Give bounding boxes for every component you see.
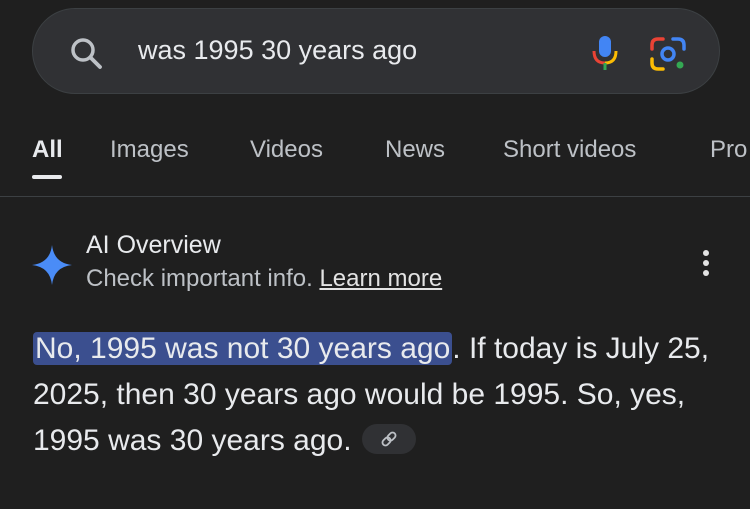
tab-videos[interactable]: Videos bbox=[250, 136, 323, 164]
search-query-text[interactable]: was 1995 30 years ago bbox=[138, 35, 417, 66]
ai-overview-answer: No, 1995 was not 30 years ago. If today … bbox=[33, 326, 733, 464]
more-vert-icon[interactable] bbox=[696, 247, 716, 283]
tab-all[interactable]: All bbox=[32, 136, 63, 164]
ai-overview-subtitle: Check important info. Learn more bbox=[86, 265, 442, 293]
search-icon bbox=[71, 38, 102, 69]
search-tabs: All Images Videos News Short videos Pro bbox=[0, 128, 750, 184]
ai-overview-title: AI Overview bbox=[86, 231, 221, 259]
tab-short-videos[interactable]: Short videos bbox=[503, 136, 636, 164]
tab-pro[interactable]: Pro bbox=[710, 136, 747, 164]
ai-overview-header: AI Overview Check important info. Learn … bbox=[0, 225, 750, 305]
active-tab-indicator bbox=[32, 175, 62, 179]
tab-images[interactable]: Images bbox=[110, 136, 189, 164]
mic-icon[interactable] bbox=[589, 33, 621, 73]
google-lens-icon[interactable] bbox=[648, 35, 688, 73]
divider bbox=[0, 196, 750, 197]
tab-news[interactable]: News bbox=[385, 136, 445, 164]
subtitle-text: Check important info. bbox=[86, 265, 313, 292]
answer-highlight: No, 1995 was not 30 years ago bbox=[33, 332, 453, 365]
link-icon bbox=[381, 431, 396, 447]
search-bar[interactable]: was 1995 30 years ago bbox=[32, 8, 720, 94]
learn-more-link[interactable]: Learn more bbox=[319, 265, 442, 292]
ai-sparkle-icon bbox=[32, 245, 72, 285]
source-link-button[interactable] bbox=[361, 424, 416, 455]
